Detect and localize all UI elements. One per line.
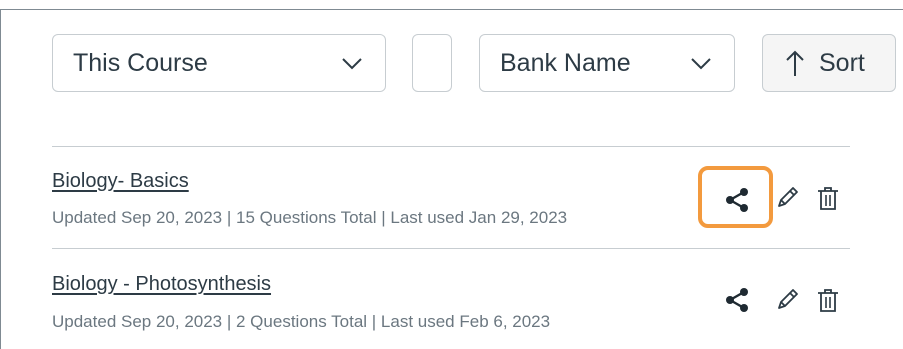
bank-title-link[interactable]: Biology- Basics — [52, 170, 189, 193]
sort-button[interactable]: Sort — [762, 34, 896, 92]
empty-filter-box[interactable] — [412, 34, 452, 92]
share-highlight-box — [698, 166, 773, 228]
bank-select-value: Bank Name — [500, 48, 631, 77]
panel-left-border — [0, 9, 1, 349]
course-select-value: This Course — [73, 48, 208, 77]
trash-icon[interactable] — [814, 286, 842, 314]
trash-icon[interactable] — [814, 184, 842, 212]
sort-label: Sort — [819, 48, 865, 77]
arrow-up-icon — [786, 50, 804, 76]
bank-meta: Updated Sep 20, 2023 | 2 Questions Total… — [52, 312, 551, 331]
list-divider — [52, 146, 850, 147]
pencil-icon[interactable] — [773, 286, 801, 314]
chevron-down-icon — [691, 58, 711, 70]
bank-meta: Updated Sep 20, 2023 | 15 Questions Tota… — [52, 208, 568, 227]
bank-title-link[interactable]: Biology - Photosynthesis — [52, 273, 271, 296]
chevron-down-icon — [342, 58, 362, 70]
course-select[interactable]: This Course — [52, 34, 386, 92]
share-icon[interactable] — [722, 285, 752, 315]
panel-top-border — [0, 9, 903, 10]
pencil-icon[interactable] — [773, 184, 801, 212]
list-divider — [52, 248, 850, 249]
bank-name-select[interactable]: Bank Name — [479, 34, 735, 92]
